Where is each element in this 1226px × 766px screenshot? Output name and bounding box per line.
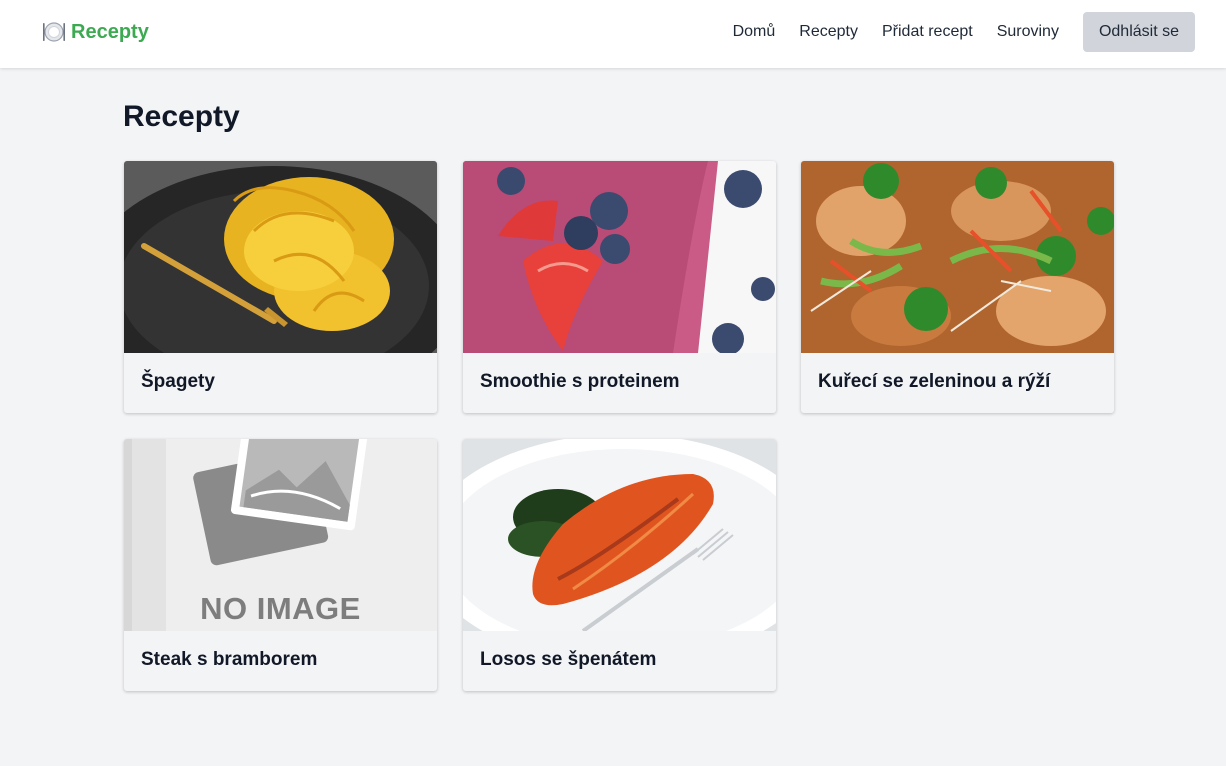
recipe-card[interactable]: NO IMAGE Steak s bramborem	[124, 439, 437, 691]
stirfry-photo	[801, 161, 1114, 353]
recipe-title: Kuřecí se zeleninou a rýží	[818, 371, 1051, 392]
top-navbar: Recepty Domů Recepty Přidat recept Surov…	[0, 0, 1226, 68]
recipe-title: Smoothie s proteinem	[480, 371, 680, 392]
recipe-card[interactable]: Losos se špenátem	[463, 439, 776, 691]
brand-logo[interactable]: Recepty	[42, 20, 149, 44]
plate-cutlery-icon	[43, 22, 65, 42]
recipe-card[interactable]: Kuřecí se zeleninou a rýží	[801, 161, 1114, 413]
recipe-card[interactable]: Špagety	[124, 161, 437, 413]
spaghetti-photo	[124, 161, 437, 353]
no-image-text: NO IMAGE	[200, 591, 361, 626]
logout-button[interactable]: Odhlásit se	[1082, 12, 1195, 52]
recipe-title: Losos se špenátem	[480, 649, 657, 670]
page-title: Recepty	[123, 100, 240, 133]
recipe-card[interactable]: Smoothie s proteinem	[463, 161, 776, 413]
brand-name: Recepty	[71, 20, 149, 43]
main-nav: Domů Recepty Přidat recept Suroviny Odhl…	[733, 12, 1195, 52]
recipe-title: Špagety	[141, 371, 215, 392]
nav-link-ingredients[interactable]: Suroviny	[997, 12, 1059, 52]
smoothie-photo	[463, 161, 776, 353]
salmon-photo	[463, 439, 776, 631]
nav-link-recipes[interactable]: Recepty	[799, 12, 858, 52]
nav-link-add-recipe[interactable]: Přidat recept	[882, 12, 973, 52]
nav-link-home[interactable]: Domů	[733, 12, 776, 52]
recipe-title: Steak s bramborem	[141, 649, 318, 670]
